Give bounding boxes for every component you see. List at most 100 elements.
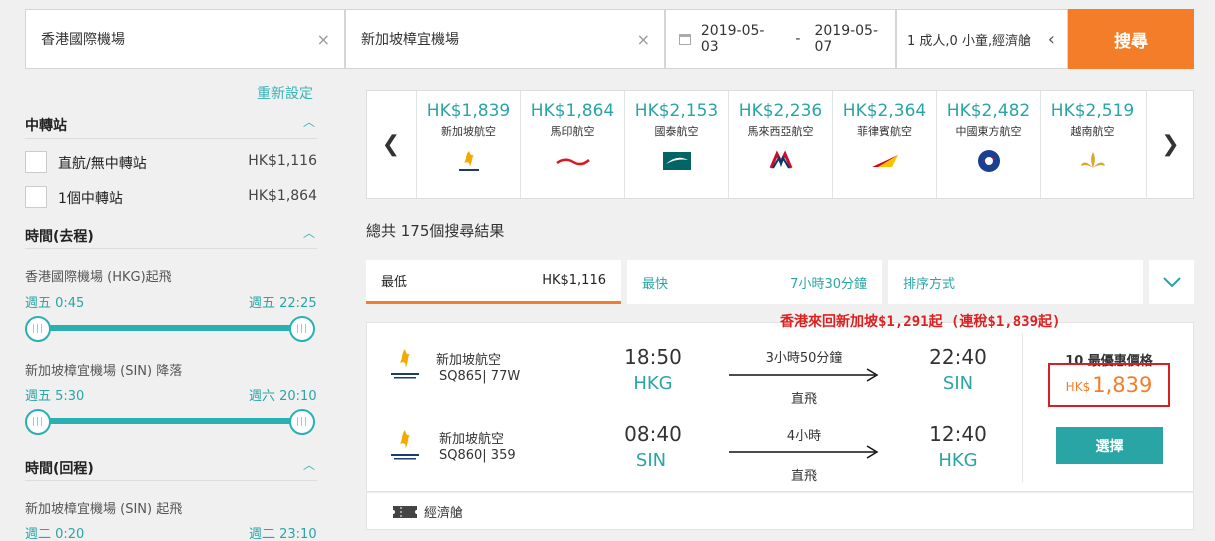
ticket-icon [392, 504, 418, 523]
return-collapse-icon[interactable]: ︿ [303, 456, 315, 473]
passenger-value: 1 成人,0 小童,經濟艙 [907, 33, 1032, 49]
nonstop-price: HK$1,116 [248, 153, 317, 169]
outbound-airline: 新加坡航空 [436, 353, 502, 368]
nonstop-checkbox[interactable] [25, 151, 47, 173]
one-stop-label: 1個中轉站 [58, 191, 123, 207]
tab-cheapest[interactable]: 最低 HK$1,116 [366, 260, 621, 304]
outbound-flight-code: SQ865| 77W [439, 369, 521, 384]
price-currency: HK$ [1065, 380, 1091, 394]
price-highlight: HK$ 1,839 [1048, 363, 1170, 407]
airline-card[interactable]: HK$2,519 越南航空 [1040, 91, 1144, 198]
airline-price: HK$2,153 [634, 101, 719, 121]
outbound-depart-max: 週五 22:25 [249, 296, 317, 311]
airline-name: 菲律賓航空 [857, 125, 912, 138]
price-amount: 1,839 [1092, 373, 1153, 397]
one-stop-checkbox[interactable] [25, 186, 47, 208]
sort-dropdown-icon[interactable] [1149, 260, 1194, 304]
cathay-pacific-logo-icon [657, 149, 697, 173]
airline-card[interactable]: HK$2,482 中國東方航空 [936, 91, 1040, 198]
singapore-airlines-logo-icon [449, 149, 489, 173]
airline-name: 越南航空 [1070, 125, 1115, 138]
search-button[interactable]: 搜尋 [1068, 9, 1194, 69]
outbound-arrive-slider[interactable] [37, 418, 302, 424]
outbound-arrive-max: 週六 20:10 [249, 389, 317, 404]
divider [25, 138, 317, 139]
date-separator: - [795, 31, 801, 47]
origin-value: 香港國際機場 [41, 32, 125, 48]
airline-name: 馬印航空 [550, 125, 595, 138]
cabin-footer: 經濟艙 [366, 492, 1194, 530]
tab-value: 7小時30分鐘 [790, 276, 867, 292]
slider-handle-max[interactable]: ||| [289, 409, 315, 435]
date-field[interactable]: 2019-05-03 - 2019-05-07 [665, 9, 896, 69]
stops-collapse-icon[interactable]: ︿ [303, 113, 315, 130]
inbound-dep-airport: SIN [635, 450, 667, 471]
inbound-arr-time: 12:40 [929, 422, 987, 446]
slider-handle-max[interactable]: ||| [289, 316, 315, 342]
select-button[interactable]: 選擇 [1056, 427, 1163, 464]
inbound-duration: 4小時 [786, 429, 822, 444]
carousel-next-icon[interactable]: ❯ [1146, 91, 1194, 198]
stops-title: 中轉站 [25, 118, 67, 134]
tab-label: 最快 [642, 276, 669, 292]
promo-annotation: 香港來回新加坡$1,291起 (連稅$1,839起) [780, 314, 1061, 330]
inbound-stops: 直飛 [790, 469, 817, 484]
singapore-airlines-logo-icon [388, 428, 422, 466]
airline-card[interactable]: HK$1,864 馬印航空 [520, 91, 624, 198]
airline-card[interactable]: HK$2,364 菲律賓航空 [832, 91, 936, 198]
reset-link[interactable]: 重新設定 [257, 83, 313, 103]
one-stop-price: HK$1,864 [248, 188, 317, 204]
nonstop-label: 直航/無中轉站 [58, 156, 147, 172]
tab-value: HK$1,116 [542, 273, 606, 288]
airline-card[interactable]: HK$2,236 馬來西亞航空 [728, 91, 832, 198]
airline-price: HK$1,864 [530, 101, 615, 121]
slider-handle-min[interactable]: ||| [25, 316, 51, 342]
cabin-class: 經濟艙 [424, 506, 464, 521]
inbound-airline: 新加坡航空 [439, 432, 505, 447]
outbound-collapse-icon[interactable]: ︿ [303, 224, 315, 241]
collapse-icon[interactable]: ‹ [1048, 29, 1067, 50]
tab-sort[interactable]: 排序方式 [888, 260, 1143, 304]
airline-name: 國泰航空 [654, 125, 699, 138]
destination-value: 新加坡樟宜機場 [361, 32, 459, 48]
return-depart-max: 週二 23:10 [249, 527, 317, 541]
outbound-depart-slider[interactable] [37, 325, 302, 331]
airline-name: 馬來西亞航空 [747, 125, 814, 138]
depart-date: 2019-05-03 [700, 23, 765, 55]
tab-label: 最低 [381, 275, 408, 290]
flight-arrow-icon [729, 445, 879, 459]
outbound-duration: 3小時50分鐘 [765, 351, 843, 366]
return-depart-min: 週二 0:20 [25, 527, 85, 541]
tab-fastest[interactable]: 最快 7小時30分鐘 [627, 260, 882, 304]
divider [25, 248, 317, 249]
return-date: 2019-05-07 [814, 23, 879, 55]
philippine-airlines-logo-icon [865, 149, 905, 173]
airline-price: HK$2,364 [842, 101, 927, 121]
outbound-stops: 直飛 [790, 392, 817, 407]
airline-card[interactable]: HK$2,153 國泰航空 [624, 91, 728, 198]
outbound-dep-airport: HKG [633, 373, 673, 394]
destination-field[interactable]: 新加坡樟宜機場 × [345, 9, 665, 69]
outbound-arr-airport: SIN [942, 373, 974, 394]
airline-name: 新加坡航空 [441, 125, 496, 138]
outbound-arrive-label: 新加坡樟宜機場 (SIN) 降落 [25, 364, 183, 379]
singapore-airlines-logo-icon [388, 347, 422, 385]
origin-field[interactable]: 香港國際機場 × [25, 9, 345, 69]
inbound-dep-time: 08:40 [624, 422, 682, 446]
airline-card[interactable]: HK$1,839 新加坡航空 [416, 91, 520, 198]
slider-handle-min[interactable]: ||| [25, 409, 51, 435]
passenger-field[interactable]: 1 成人,0 小童,經濟艙 ‹ [896, 9, 1068, 69]
malaysia-airlines-logo-icon [761, 149, 801, 173]
calendar-icon [679, 33, 691, 45]
flight-arrow-icon [729, 368, 879, 382]
divider [1022, 334, 1023, 482]
clear-destination-icon[interactable]: × [637, 30, 664, 49]
carousel-prev-icon[interactable]: ❮ [367, 91, 415, 198]
airline-price: HK$2,519 [1050, 101, 1135, 121]
china-eastern-logo-icon [969, 149, 1009, 173]
outbound-depart-min: 週五 0:45 [25, 296, 85, 311]
malindo-air-logo-icon [553, 149, 593, 173]
inbound-flight-code: SQ860| 359 [439, 448, 516, 463]
airline-price: HK$1,839 [426, 101, 511, 121]
clear-origin-icon[interactable]: × [317, 30, 344, 49]
